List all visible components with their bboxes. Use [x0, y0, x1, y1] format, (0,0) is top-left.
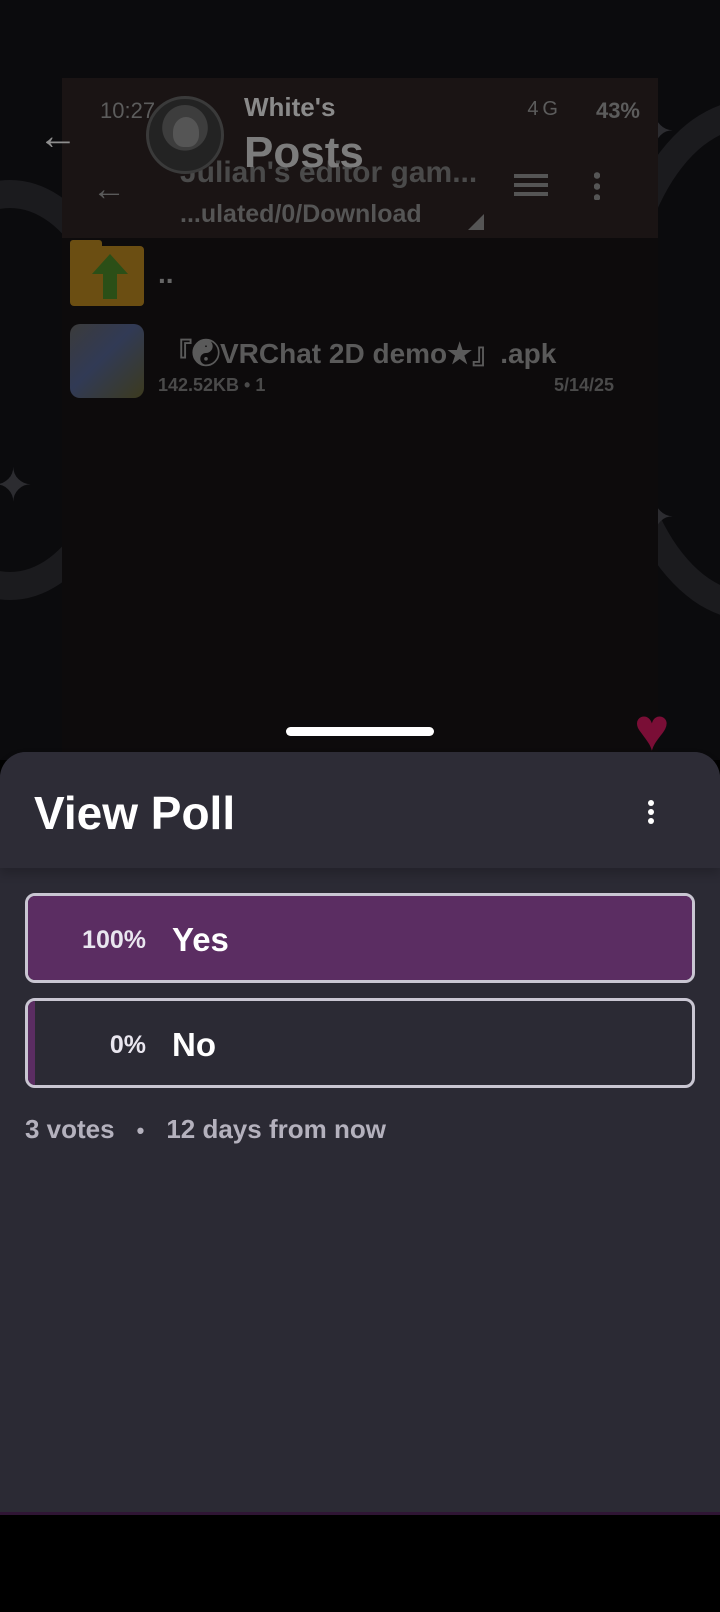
- list-view-icon: [514, 174, 548, 196]
- navigation-bar-divider: [0, 1512, 720, 1515]
- image-status-battery: 43%: [595, 98, 640, 123]
- file-meta: 142.52KB • 1: [158, 375, 266, 395]
- poll-option-yes[interactable]: 100% Yes: [25, 893, 695, 983]
- menu-dot: [648, 800, 654, 806]
- back-icon[interactable]: ←: [38, 114, 78, 159]
- image-path: ...ulated/0/Download: [180, 200, 422, 228]
- heart-icon[interactable]: ♥: [634, 700, 670, 760]
- poll-option-no[interactable]: 0% No: [25, 998, 695, 1088]
- sheet-drag-handle[interactable]: [286, 727, 434, 736]
- file-date: 5/14/25: [554, 375, 615, 395]
- more-vertical-icon[interactable]: [648, 800, 654, 824]
- up-arrow-icon: [92, 254, 128, 274]
- poll-meta: 3 votes • 12 days from now: [25, 1114, 386, 1145]
- poll-option-label: Yes: [172, 921, 229, 958]
- image-more-icon: [594, 170, 600, 200]
- poll-option-percent: 0%: [109, 1031, 146, 1059]
- menu-dot: [648, 818, 654, 824]
- page-title: Posts: [244, 128, 364, 177]
- poll-option-percent: 100%: [82, 926, 146, 954]
- sparkle-icon: ✦: [0, 459, 33, 511]
- meta-separator: •: [136, 1118, 145, 1143]
- post-image[interactable]: 10:27 4G 43% ← Julian's editor gam... ..…: [62, 78, 658, 760]
- sheet-title: View Poll: [34, 787, 236, 839]
- background-backdrop: ✦ ✦ ✦ 10:27 4G 43% ← Julian's editor gam…: [0, 0, 720, 760]
- image-back-icon: ←: [92, 170, 126, 208]
- apk-icon: [70, 324, 144, 398]
- page-owner: White's: [244, 92, 336, 122]
- poll-option-label: No: [172, 1026, 216, 1063]
- image-status-time: 10:27: [100, 98, 156, 123]
- file-name: 『☯VRChat 2D demo★』.apk: [164, 338, 557, 369]
- up-arrow-icon: [103, 273, 117, 299]
- sheet-header: View Poll: [0, 752, 720, 868]
- image-status-signal: 4G: [527, 98, 562, 120]
- parent-directory: ..: [158, 258, 174, 289]
- poll-sheet: View Poll 100% Yes 0% No 3 votes • 12 days…: [0, 752, 720, 1514]
- poll-time-left: 12 days from now: [166, 1114, 386, 1144]
- vote-count: 3 votes: [25, 1114, 115, 1144]
- dropdown-triangle-icon: [468, 214, 484, 230]
- avatar[interactable]: [146, 96, 224, 174]
- menu-dot: [648, 809, 654, 815]
